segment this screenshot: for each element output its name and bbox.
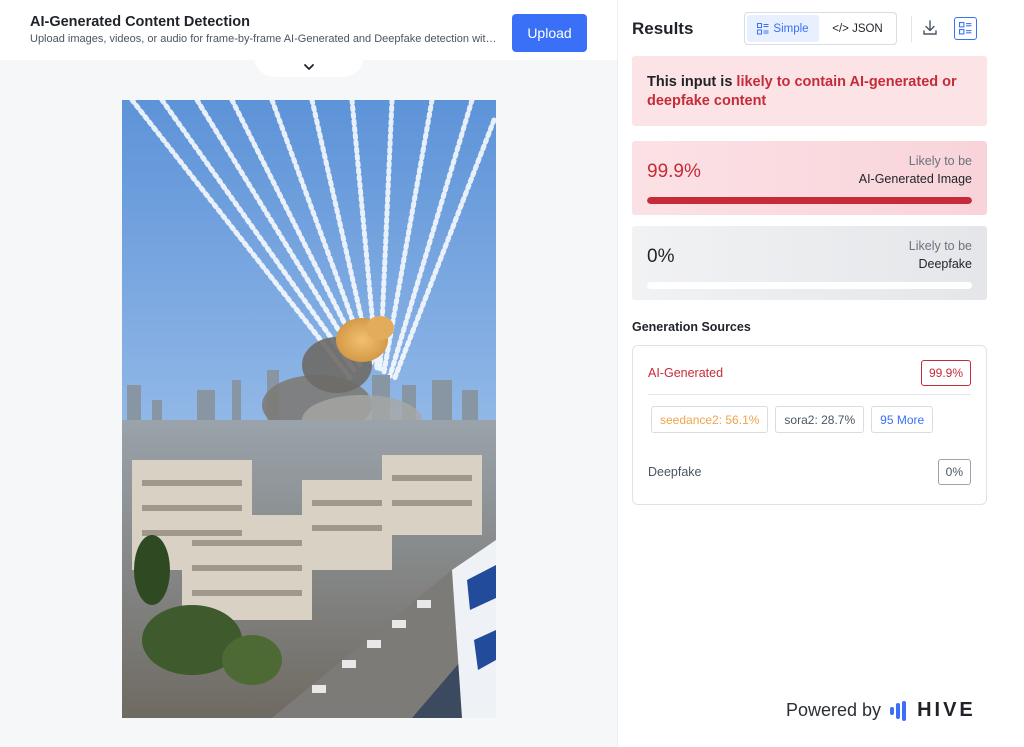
hive-logo-icon — [890, 700, 907, 721]
results-title: Results — [632, 19, 694, 38]
source-chip-sora2: sora2: 28.7% — [775, 406, 865, 433]
generation-sources-title: Generation Sources — [632, 320, 751, 334]
source-deepfake-value-badge: 0% — [937, 459, 971, 485]
more-sources-button[interactable]: 95 More — [871, 406, 934, 433]
source-ai-label: AI-Generated — [648, 366, 724, 380]
deepfake-score-caption: Likely to be — [908, 239, 972, 253]
download-icon[interactable] — [920, 18, 940, 38]
json-view-label: </> JSON — [832, 22, 883, 35]
powered-by-footer: Powered by HIVE — [786, 699, 976, 722]
list-view-icon — [959, 22, 972, 35]
toolbar-divider — [911, 16, 912, 42]
chevron-down-icon — [304, 63, 314, 70]
simple-view-label: Simple — [773, 22, 809, 35]
hive-brand-text: HIVE — [917, 699, 976, 721]
sources-divider — [648, 394, 971, 395]
media-preview-image — [122, 100, 496, 718]
list-view-button[interactable] — [954, 17, 977, 40]
simple-view-icon — [757, 22, 769, 34]
ai-score-value: 99.9% — [647, 161, 701, 182]
hive-logo: HIVE — [889, 699, 976, 722]
verdict-banner: This input is likely to contain AI-gener… — [632, 56, 987, 126]
powered-by-text: Powered by — [786, 700, 882, 720]
preview-pane: AI-Generated Content Detection Upload im… — [0, 0, 617, 747]
ai-score-caption: Likely to be — [908, 154, 972, 168]
upload-button[interactable]: Upload — [512, 14, 587, 52]
deepfake-score-card: 0% Likely to be Deepfake — [632, 226, 987, 300]
view-mode-toggle: Simple </> JSON — [744, 12, 897, 45]
verdict-prefix: This input is — [647, 74, 737, 90]
preview-header: AI-Generated Content Detection Upload im… — [0, 0, 617, 60]
collapse-header-toggle[interactable] — [254, 56, 364, 77]
simple-view-tab[interactable]: Simple — [747, 15, 819, 42]
source-ai-value-badge: 99.9% — [920, 360, 971, 386]
ai-score-bar — [647, 197, 972, 204]
page-title: AI-Generated Content Detection — [30, 14, 250, 30]
json-view-tab[interactable]: </> JSON — [821, 15, 894, 42]
deepfake-score-label: Deepfake — [918, 257, 972, 271]
generation-sources-card: AI-Generated 99.9% seedance2: 56.1% sora… — [632, 345, 987, 505]
deepfake-score-bar — [647, 282, 972, 289]
source-chip-seedance2: seedance2: 56.1% — [651, 406, 769, 433]
source-deepfake-label: Deepfake — [648, 465, 702, 479]
results-panel: Results Simple </> JSON This input is li… — [617, 0, 1024, 747]
ai-generated-score-card: 99.9% Likely to be AI-Generated Image — [632, 141, 987, 215]
deepfake-score-value: 0% — [647, 246, 675, 267]
page-subtitle: Upload images, videos, or audio for fram… — [30, 33, 500, 45]
ai-score-label: AI-Generated Image — [858, 172, 972, 186]
source-chips: seedance2: 56.1% sora2: 28.7% 95 More — [651, 406, 934, 433]
ai-score-bar-fill — [647, 197, 972, 204]
